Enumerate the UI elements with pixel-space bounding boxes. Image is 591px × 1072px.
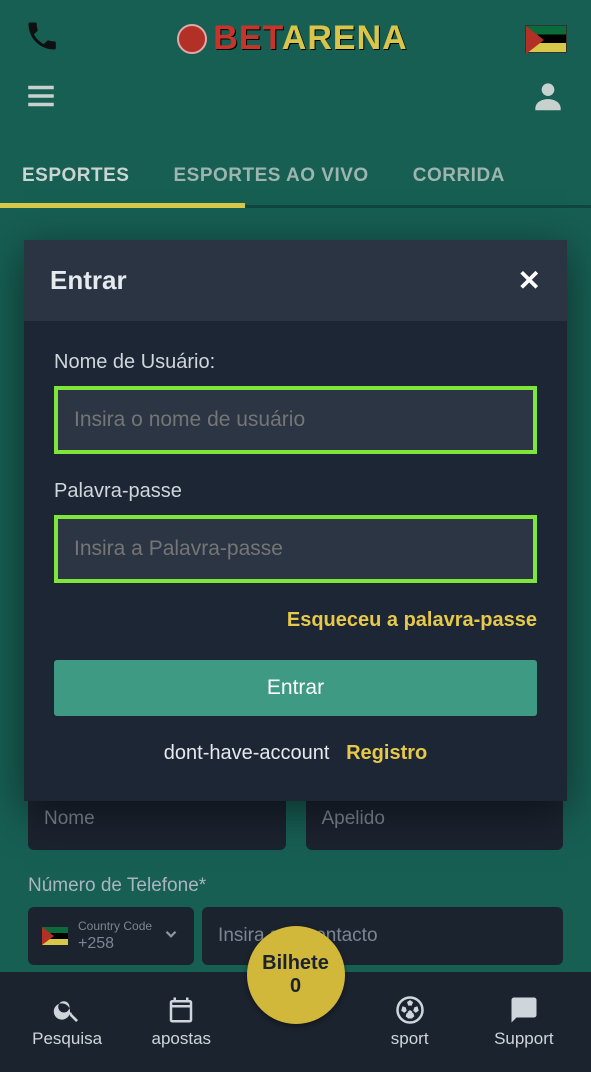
nav-support[interactable]: Support xyxy=(479,995,569,1049)
soccer-icon xyxy=(395,995,425,1025)
no-account-text: dont-have-account xyxy=(164,742,330,764)
country-code-select[interactable]: Country Code +258 xyxy=(28,907,194,965)
brand-logo: BETARENA xyxy=(177,19,407,58)
login-button[interactable]: Entrar xyxy=(54,660,537,716)
ticket-button[interactable]: Bilhete 0 xyxy=(247,926,345,1024)
phone-label: Número de Telefone* xyxy=(28,875,563,897)
login-modal: Entrar ✕ Nome de Usuário: Palavra-passe … xyxy=(24,240,567,801)
nav-sport-label: sport xyxy=(391,1029,429,1049)
nav-sport[interactable]: sport xyxy=(365,995,455,1049)
calendar-icon xyxy=(166,995,196,1025)
password-label: Palavra-passe xyxy=(54,480,537,503)
forgot-password-link[interactable]: Esqueceu a palavra-passe xyxy=(54,609,537,632)
chevron-down-icon xyxy=(162,925,180,948)
nav-search-label: Pesquisa xyxy=(32,1029,102,1049)
tab-indicator xyxy=(0,203,245,208)
globe-icon xyxy=(177,24,207,54)
country-code-value: +258 xyxy=(78,934,152,953)
search-icon xyxy=(52,995,82,1025)
main-tabs: ESPORTES ESPORTES AO VIVO CORRIDA xyxy=(0,141,591,208)
modal-title: Entrar xyxy=(50,265,127,296)
phone-icon[interactable] xyxy=(24,18,60,59)
password-input[interactable] xyxy=(54,515,537,583)
language-flag[interactable] xyxy=(525,25,567,53)
country-flag-icon xyxy=(42,927,68,945)
close-icon[interactable]: ✕ xyxy=(518,264,541,297)
menu-icon[interactable] xyxy=(24,79,58,121)
ticket-count: 0 xyxy=(290,975,301,998)
tab-corrida[interactable]: CORRIDA xyxy=(391,151,527,205)
brand-part2: ARENA xyxy=(282,19,408,57)
nav-search[interactable]: Pesquisa xyxy=(22,995,112,1049)
nav-bets-label: apostas xyxy=(152,1029,212,1049)
register-link[interactable]: Registro xyxy=(346,742,427,764)
nav-support-label: Support xyxy=(494,1029,554,1049)
tab-esportes[interactable]: ESPORTES xyxy=(0,151,151,205)
username-label: Nome de Usuário: xyxy=(54,351,537,374)
brand-part1: BET xyxy=(213,19,281,57)
country-code-label: Country Code xyxy=(78,919,152,933)
nav-bets[interactable]: apostas xyxy=(136,995,226,1049)
user-icon[interactable] xyxy=(529,77,567,123)
chat-icon xyxy=(509,995,539,1025)
tab-esportes-ao-vivo[interactable]: ESPORTES AO VIVO xyxy=(151,151,390,205)
username-input[interactable] xyxy=(54,386,537,454)
ticket-label: Bilhete xyxy=(262,952,329,975)
